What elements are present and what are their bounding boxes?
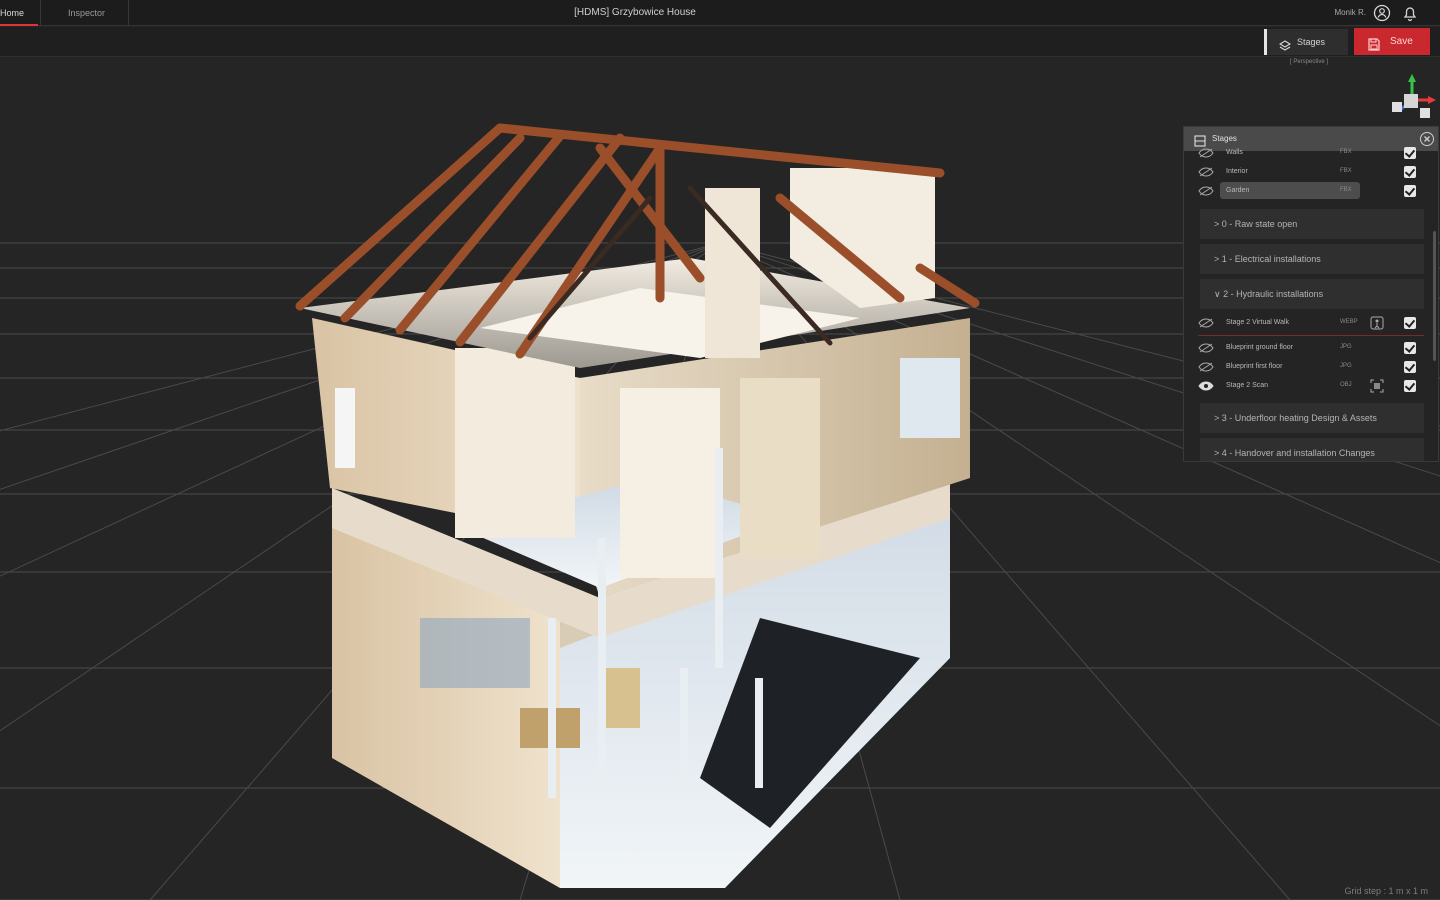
eye-hidden-icon[interactable] [1198, 343, 1214, 353]
save-button[interactable]: Save [1354, 28, 1430, 55]
layer-row[interactable]: Walls FBX [1198, 144, 1424, 162]
bell-icon[interactable] [1401, 4, 1419, 22]
file-extension: FBX [1340, 168, 1352, 174]
layer-checkbox[interactable] [1404, 166, 1416, 178]
layer-checkbox[interactable] [1404, 147, 1416, 159]
stages-panel-body: Walls FBX Interior FBX Garden FBX > 0 - … [1184, 147, 1438, 461]
stage-label: Blueprint ground floor [1226, 344, 1293, 351]
file-extension: JPG [1340, 363, 1352, 369]
file-extension: FBX [1340, 187, 1352, 193]
file-extension: WEBP [1340, 319, 1358, 325]
save-icon [1368, 35, 1380, 51]
layers-icon [1278, 36, 1292, 51]
file-extension: FBX [1340, 149, 1352, 155]
stage-section[interactable]: > 4 - Handover and installation Changes [1200, 438, 1424, 461]
layer-checkbox[interactable] [1404, 342, 1416, 354]
file-extension: JPG [1340, 344, 1352, 350]
stages-panel-title: Stages [1212, 134, 1237, 143]
eye-visible-icon[interactable] [1198, 381, 1214, 391]
stage-label: Blueprint first floor [1226, 363, 1283, 370]
eye-hidden-icon[interactable] [1198, 148, 1214, 158]
layer-checkbox[interactable] [1404, 317, 1416, 329]
stage-section[interactable]: > 0 - Raw state open [1200, 209, 1424, 239]
layer-checkbox[interactable] [1404, 185, 1416, 197]
scan-icon[interactable] [1370, 379, 1384, 393]
house-model [295, 123, 980, 888]
account-icon[interactable] [1373, 4, 1391, 22]
stage-label: Stage 2 Scan [1226, 382, 1269, 389]
layer-row[interactable]: Interior FBX [1198, 163, 1424, 181]
eye-hidden-icon[interactable] [1198, 362, 1214, 372]
file-extension: OBJ [1340, 382, 1352, 388]
stage-label: Stage 2 Virtual Walk [1226, 319, 1290, 326]
layer-label: Garden [1226, 187, 1250, 194]
layer-row-selected[interactable]: Garden FBX [1198, 182, 1424, 200]
axis-gizmo-icon[interactable] [1390, 74, 1438, 124]
top-bar: Home Inspector [HDMS] Grzybowice House M… [0, 0, 1440, 26]
layer-label: Interior [1226, 168, 1248, 175]
user-name[interactable]: Monik R. [1334, 0, 1366, 26]
document-title: [HDMS] Grzybowice House [574, 7, 696, 18]
layer-label: Walls [1226, 149, 1243, 156]
stage-row[interactable]: Stage 2 Virtual Walk WEBP [1198, 314, 1424, 332]
layer-checkbox[interactable] [1404, 380, 1416, 392]
stage-row[interactable]: Blueprint ground floor JPG [1198, 339, 1424, 357]
stage-row[interactable]: Stage 2 Scan OBJ [1198, 377, 1424, 395]
layer-checkbox[interactable] [1404, 361, 1416, 373]
save-button-label: Save [1390, 36, 1413, 47]
eye-hidden-icon[interactable] [1198, 186, 1214, 196]
stages-button-label: Stages [1297, 37, 1326, 47]
stage-section[interactable]: > 3 - Underfloor heating Design & Assets [1200, 403, 1424, 433]
stages-panel: Stages Walls FBX Interior FBX Garden FBX… [1183, 126, 1439, 462]
divider [1198, 335, 1424, 336]
stage-section[interactable]: > 1 - Electrical installations [1200, 244, 1424, 274]
walk-icon[interactable] [1370, 316, 1384, 330]
panel-scrollbar[interactable] [1433, 231, 1436, 361]
eye-hidden-icon[interactable] [1198, 167, 1214, 177]
grid-status: Grid step : 1 m x 1 m [1344, 886, 1428, 896]
stage-section-expanded[interactable]: ∨ 2 - Hydraulic installations [1200, 279, 1424, 309]
stages-button[interactable]: Stages [1264, 29, 1348, 55]
stage-row[interactable]: Blueprint first floor JPG [1198, 358, 1424, 376]
action-toolbar: Stages Save [0, 27, 1440, 57]
eye-hidden-icon[interactable] [1198, 318, 1214, 328]
